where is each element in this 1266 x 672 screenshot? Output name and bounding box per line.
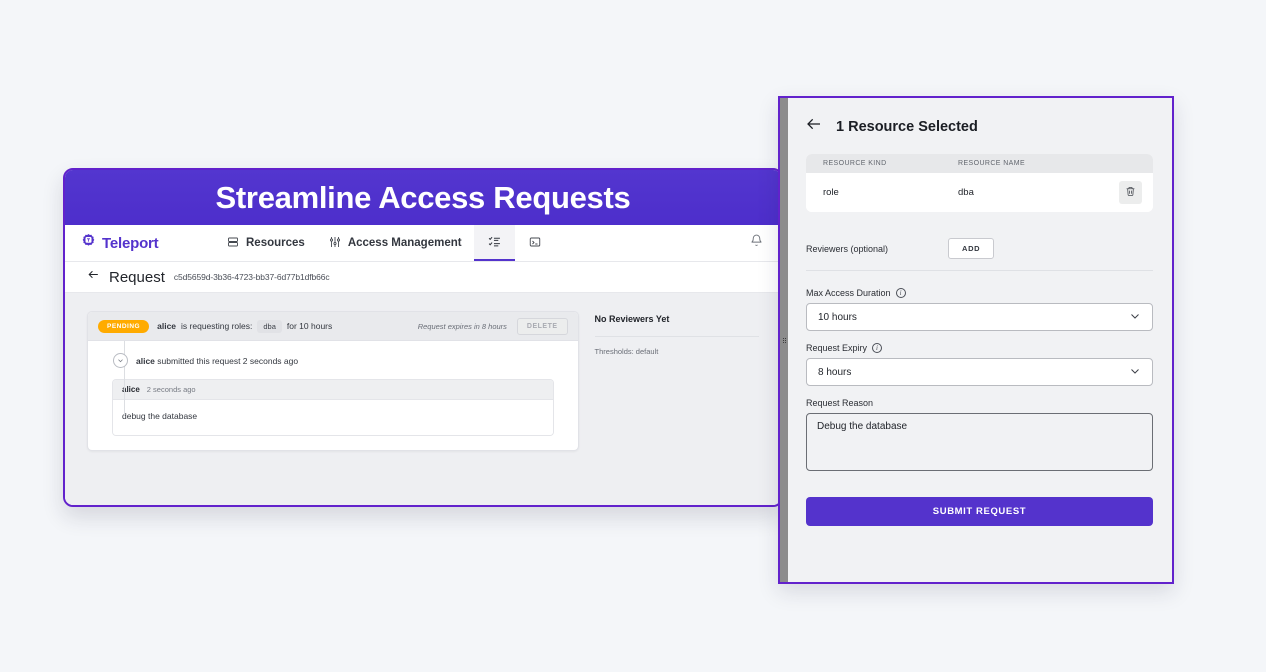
column-header-resource-name: RESOURCE NAME xyxy=(958,160,1025,167)
reviewers-field: Reviewers (optional) ADD xyxy=(806,238,1153,259)
reviewers-label: Reviewers (optional) xyxy=(806,244,888,254)
request-expiry-text: Request expires in 8 hours xyxy=(418,322,507,331)
arrow-left-icon[interactable] xyxy=(87,268,100,286)
top-navbar: Teleport Resources xyxy=(65,225,781,262)
request-expiry-select[interactable]: 8 hours xyxy=(806,358,1153,386)
info-icon[interactable]: i xyxy=(896,288,906,298)
panel-resize-handle[interactable] xyxy=(780,98,788,582)
request-reason-label: Request Reason xyxy=(806,398,1153,408)
request-expiry-label: Request Expiry xyxy=(806,343,867,353)
brand-name: Teleport xyxy=(102,235,158,252)
request-card-actions: Request expires in 8 hours DELETE xyxy=(418,318,568,335)
remove-resource-button[interactable] xyxy=(1119,181,1142,204)
sliders-icon xyxy=(329,236,341,251)
column-header-resource-kind: RESOURCE KIND xyxy=(823,160,958,167)
request-summary: alice is requesting roles: dba for 10 ho… xyxy=(157,320,332,333)
banner-title: Streamline Access Requests xyxy=(216,180,631,216)
request-duration: for 10 hours xyxy=(287,321,332,331)
nav-item-resources[interactable]: Resources xyxy=(215,225,317,261)
page-subheader: Request c5d5659d-3b36-4723-bb37-6d77b1df… xyxy=(65,262,781,293)
reviewers-panel: No Reviewers Yet Thresholds: default xyxy=(595,311,759,507)
role-chip: dba xyxy=(257,320,282,333)
chevron-down-icon[interactable] xyxy=(113,353,128,368)
teleport-logo-icon xyxy=(81,233,96,253)
panel-title: 1 Resource Selected xyxy=(836,119,978,135)
cell-resource-name: dba xyxy=(958,187,974,198)
request-card-header: PENDING alice is requesting roles: dba f… xyxy=(88,312,578,341)
comment-header: alice 2 seconds ago xyxy=(113,380,553,400)
max-access-duration-value: 10 hours xyxy=(818,312,857,323)
terminal-icon xyxy=(529,236,541,251)
panel-divider xyxy=(806,270,1153,271)
nav-item-resources-label: Resources xyxy=(246,237,305,249)
request-timeline: alice submitted this request 2 seconds a… xyxy=(88,341,578,450)
teleport-app-window: Streamline Access Requests Teleport xyxy=(63,168,783,507)
nav-item-access-management-label: Access Management xyxy=(348,237,462,249)
screenshot-stage: Streamline Access Requests Teleport xyxy=(0,0,1266,672)
nav-item-terminal[interactable] xyxy=(515,225,555,261)
navbar-spacer xyxy=(555,225,750,261)
notifications-button[interactable] xyxy=(750,225,781,261)
timeline-event-detail: submitted this request 2 seconds ago xyxy=(157,356,298,366)
server-icon xyxy=(227,236,239,251)
selected-resources-table: RESOURCE KIND RESOURCE NAME role dba xyxy=(806,154,1153,212)
request-expiry-value: 8 hours xyxy=(818,367,851,378)
request-actor: alice xyxy=(157,321,176,331)
comment-body: debug the database xyxy=(113,400,553,435)
checklist-icon xyxy=(488,235,501,251)
grip-dots-icon xyxy=(783,338,786,343)
nav-item-access-management[interactable]: Access Management xyxy=(317,225,474,261)
cell-resource-kind: role xyxy=(823,187,958,198)
bell-icon xyxy=(750,234,763,252)
panel-back-icon[interactable] xyxy=(806,116,822,137)
chevron-down-icon xyxy=(1129,365,1141,380)
comment-timestamp: 2 seconds ago xyxy=(147,385,196,394)
panel-header: 1 Resource Selected xyxy=(806,116,1153,137)
page-title: Request xyxy=(109,269,165,286)
request-comment: alice 2 seconds ago debug the database xyxy=(112,379,554,436)
promo-banner: Streamline Access Requests xyxy=(65,170,781,225)
comment-author: alice xyxy=(122,385,140,394)
add-reviewer-button[interactable]: ADD xyxy=(948,238,994,259)
delete-button[interactable]: DELETE xyxy=(517,318,568,335)
resource-selection-panel: 1 Resource Selected RESOURCE KIND RESOUR… xyxy=(778,96,1174,584)
reviewers-divider xyxy=(595,336,759,337)
max-duration-label-row: Max Access Duration i xyxy=(806,288,1153,298)
page-content: PENDING alice is requesting roles: dba f… xyxy=(65,293,781,507)
request-id: c5d5659d-3b36-4723-bb37-6d77b1dfb66c xyxy=(174,272,330,282)
chevron-down-icon xyxy=(1129,310,1141,325)
reviewers-thresholds: Thresholds: default xyxy=(595,347,759,356)
timeline-event-text: alice submitted this request 2 seconds a… xyxy=(136,356,298,366)
timeline-event-actor: alice xyxy=(136,356,155,366)
submit-request-button[interactable]: SUBMIT REQUEST xyxy=(806,497,1153,526)
max-access-duration-select[interactable]: 10 hours xyxy=(806,303,1153,331)
request-summary-text: is requesting roles: xyxy=(181,321,252,331)
table-header-row: RESOURCE KIND RESOURCE NAME xyxy=(806,154,1153,173)
table-row: role dba xyxy=(806,173,1153,212)
teleport-brand[interactable]: Teleport xyxy=(65,225,215,261)
request-card: PENDING alice is requesting roles: dba f… xyxy=(87,311,579,451)
reviewers-title: No Reviewers Yet xyxy=(595,314,759,324)
panel-content: 1 Resource Selected RESOURCE KIND RESOUR… xyxy=(780,98,1172,526)
trash-icon xyxy=(1125,184,1136,202)
max-access-duration-label: Max Access Duration xyxy=(806,288,891,298)
status-badge: PENDING xyxy=(98,320,149,333)
request-reason-input[interactable]: Debug the database xyxy=(806,413,1153,471)
nav-item-access-requests[interactable] xyxy=(474,225,515,261)
info-icon[interactable]: i xyxy=(872,343,882,353)
request-expiry-label-row: Request Expiry i xyxy=(806,343,1153,353)
timeline-event: alice submitted this request 2 seconds a… xyxy=(88,353,578,368)
